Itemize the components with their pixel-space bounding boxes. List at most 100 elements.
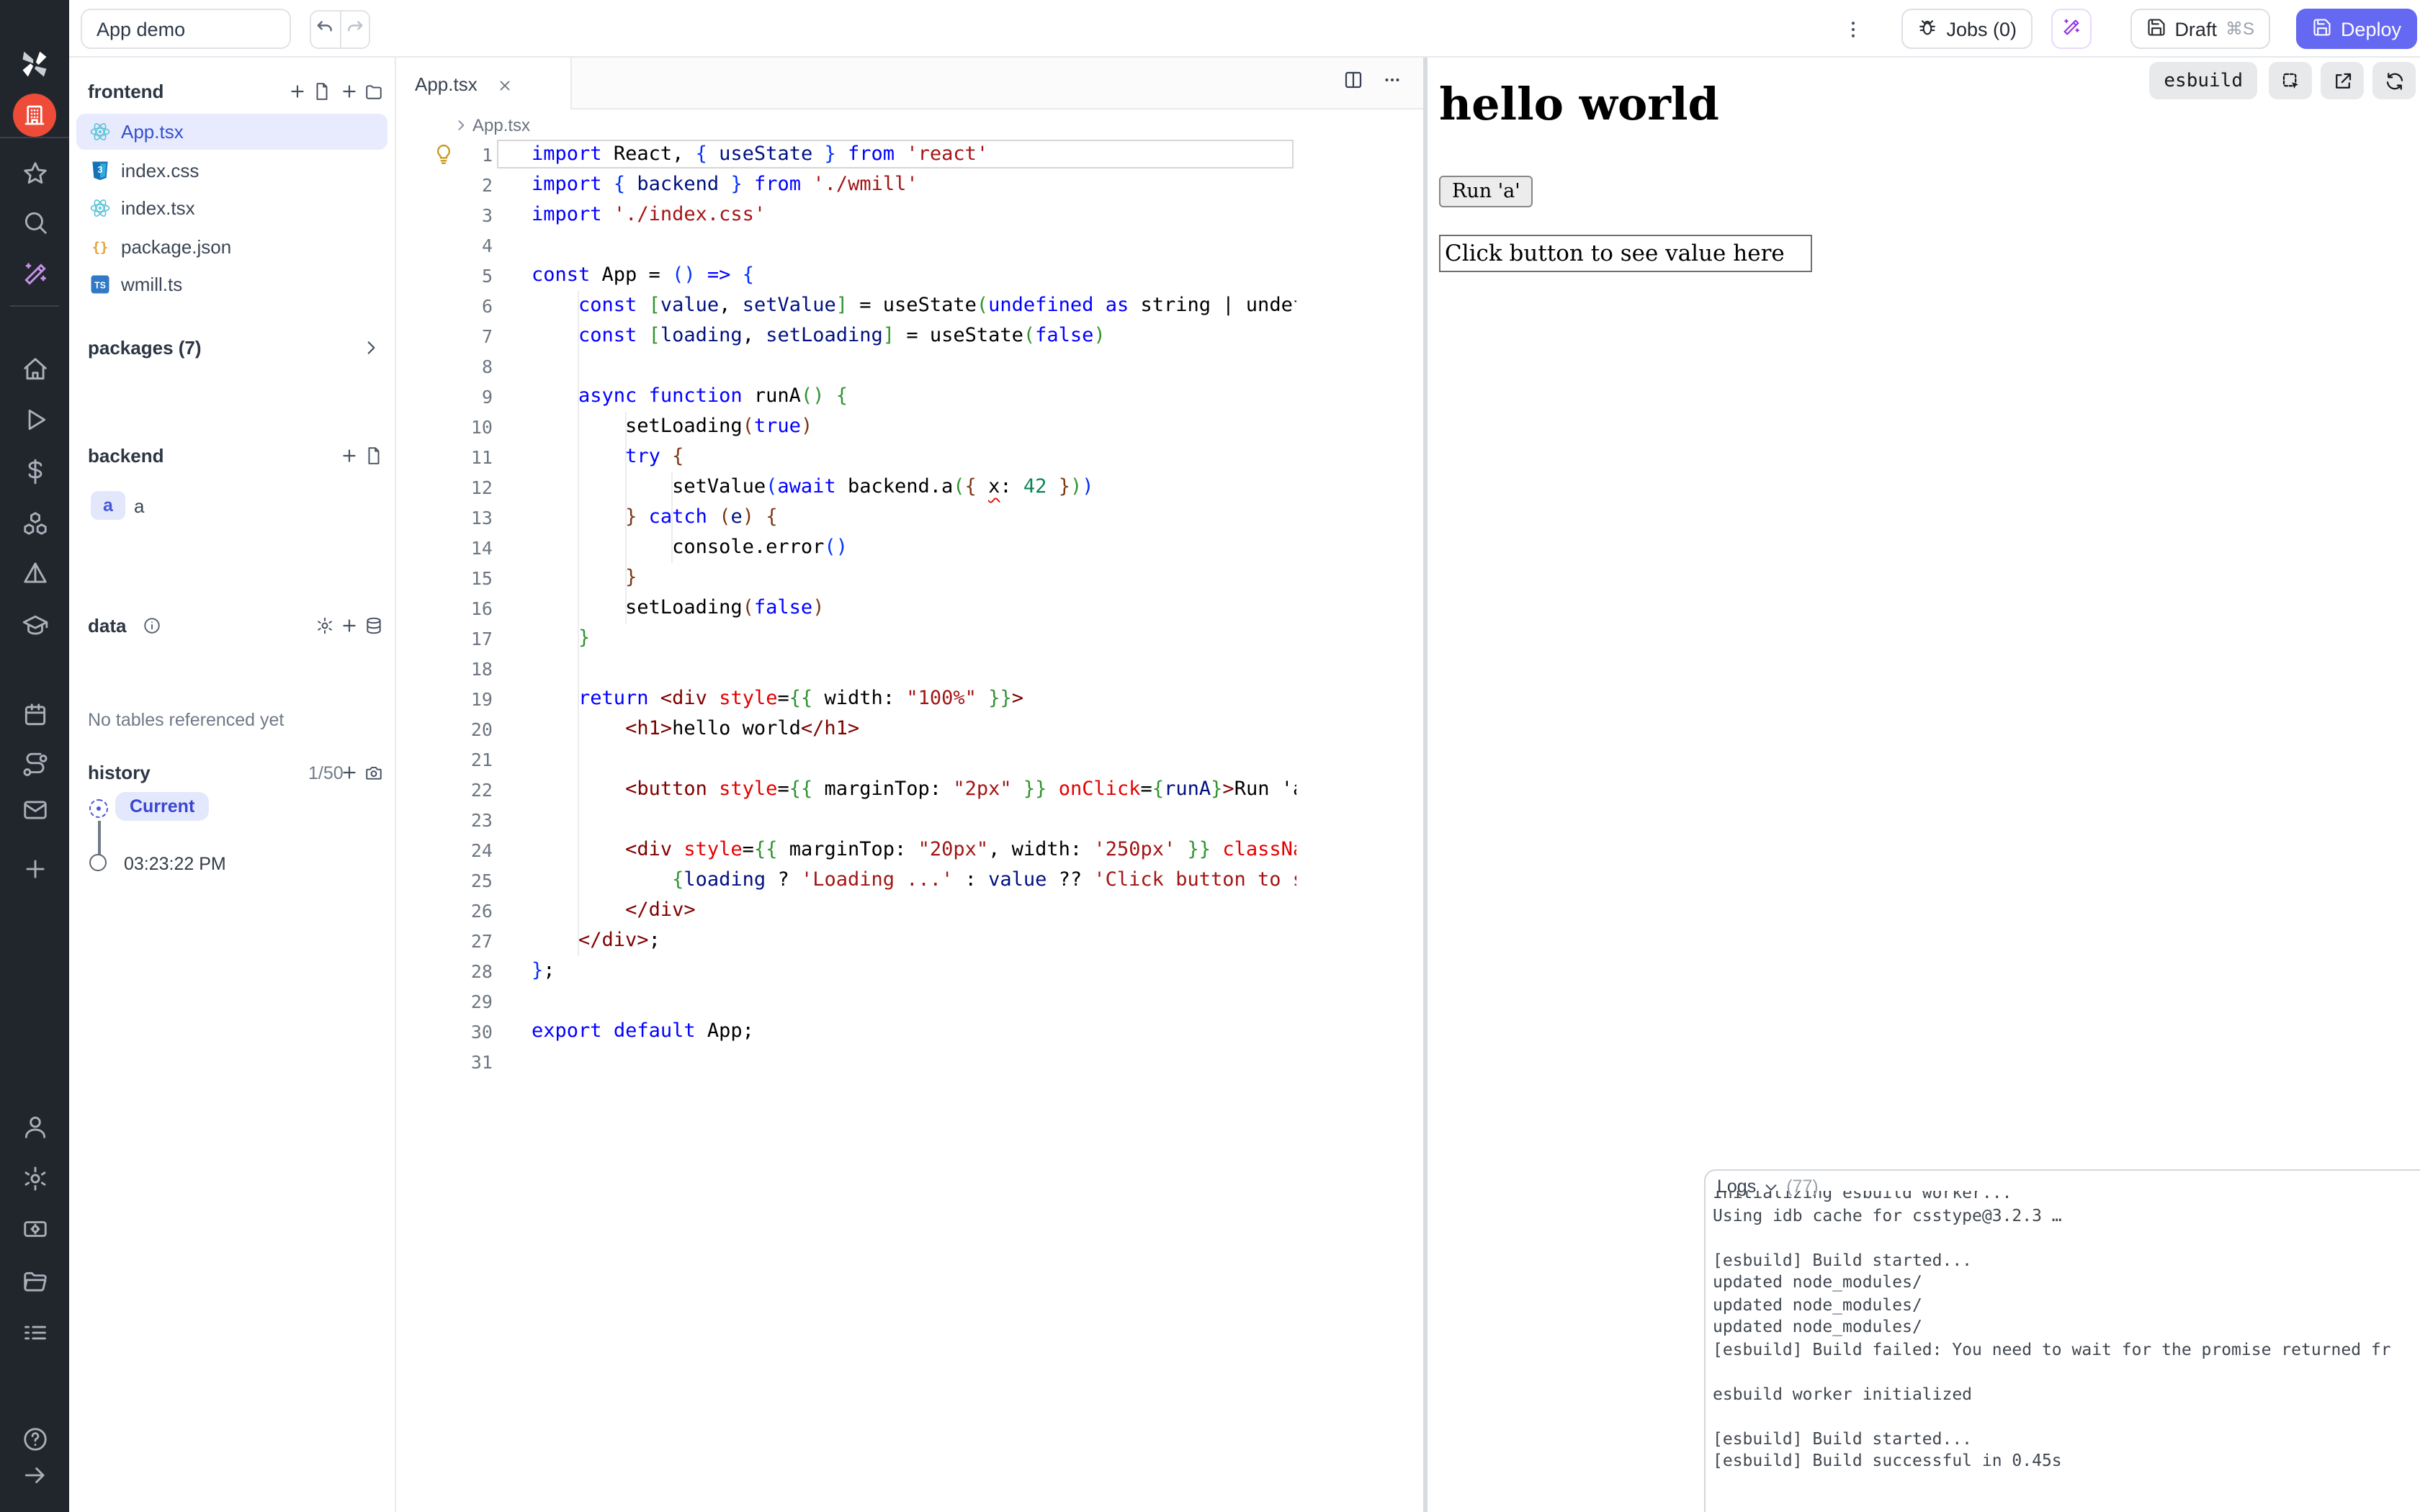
add-snapshot-button[interactable] <box>340 763 383 782</box>
code-line[interactable]: 23 <box>396 805 1296 835</box>
rail-variables-button[interactable] <box>0 454 69 497</box>
history-entry-circle-icon[interactable] <box>89 854 107 871</box>
rail-apps-button[interactable] <box>0 94 69 137</box>
code-line[interactable]: 27 </div>; <box>396 926 1296 956</box>
logs-scroll-area[interactable]: Initializing esbuild worker...Using idb … <box>1713 1191 2420 1512</box>
rail-settings-button[interactable] <box>0 1161 69 1204</box>
code-line[interactable]: 3import './index.css' <box>396 200 1296 230</box>
code-line[interactable]: 24 <div style={{ marginTop: "20px", widt… <box>396 835 1296 865</box>
code-area[interactable]: 1import React, { useState } from 'react'… <box>396 140 1296 1512</box>
code-line[interactable]: 26 </div> <box>396 896 1296 926</box>
file-row-app-tsx[interactable]: App.tsx <box>76 114 387 150</box>
tab-app-tsx[interactable]: App.tsx <box>396 58 572 109</box>
file-row-wmill-ts[interactable]: TSwmill.ts <box>76 266 387 302</box>
backend-script-name[interactable]: a <box>134 495 144 517</box>
rail-triggers-button[interactable] <box>0 556 69 599</box>
open-in-new-tab-button[interactable] <box>2321 62 2364 99</box>
ai-assistant-button[interactable] <box>2051 9 2092 49</box>
css3-icon: 3 <box>89 159 111 181</box>
code-line[interactable]: 20 <h1>hello world</h1> <box>396 714 1296 744</box>
add-backend-script-button[interactable] <box>340 446 383 465</box>
rail-inbox-button[interactable] <box>0 792 69 835</box>
preview-heading: hello world <box>1439 79 1719 131</box>
logs-count: (77) <box>1786 1176 1818 1197</box>
packages-chevron[interactable] <box>362 338 380 357</box>
code-line[interactable]: 14 console.error() <box>396 533 1296 563</box>
file-row-index-tsx[interactable]: index.tsx <box>76 190 387 226</box>
columns-icon <box>1343 69 1364 91</box>
code-line[interactable]: 29 <box>396 986 1296 1017</box>
code-line[interactable]: 18 <box>396 654 1296 684</box>
calendar-icon <box>21 701 48 736</box>
code-line[interactable]: 16 setLoading(false) <box>396 593 1296 624</box>
code-line[interactable]: 7 const [loading, setLoading] = useState… <box>396 321 1296 351</box>
code-line[interactable]: 25 {loading ? 'Loading ...' : value ?? '… <box>396 865 1296 896</box>
rail-collapse-button[interactable] <box>0 1457 69 1500</box>
code-line[interactable]: 19 return <div style={{ width: "100%" }}… <box>396 684 1296 714</box>
redo-button[interactable] <box>341 12 369 48</box>
code-line[interactable]: 1import React, { useState } from 'react' <box>396 140 1296 170</box>
rail-search-button[interactable] <box>0 204 69 248</box>
backend-script-badge[interactable]: a <box>91 491 125 520</box>
code-line[interactable]: 6 const [value, setValue] = useState(und… <box>396 291 1296 321</box>
rail-runs-button[interactable] <box>0 402 69 445</box>
inspect-element-button[interactable] <box>2269 62 2312 99</box>
rail-add-button[interactable] <box>0 851 69 894</box>
rail-flows-button[interactable] <box>0 747 69 791</box>
braces-icon: {} <box>89 235 111 257</box>
rail-resources-button[interactable] <box>0 505 69 549</box>
code-line[interactable]: 28}; <box>396 956 1296 986</box>
rail-schedules-button[interactable] <box>0 697 69 740</box>
file-row-package-json[interactable]: {}package.json <box>76 228 387 264</box>
code-line[interactable]: 12 setValue(await backend.a({ x: 42 })) <box>396 472 1296 503</box>
code-line[interactable]: 8 <box>396 351 1296 382</box>
code-line[interactable]: 21 <box>396 744 1296 775</box>
code-line[interactable]: 9 async function runA() { <box>396 382 1296 412</box>
add-folder-button[interactable] <box>340 82 383 101</box>
undo-redo-group <box>310 10 370 49</box>
code-line[interactable]: 2import { backend } from './wmill' <box>396 170 1296 200</box>
data-info-icon[interactable] <box>143 616 161 635</box>
code-line[interactable]: 10 setLoading(true) <box>396 412 1296 442</box>
logs-header[interactable]: Logs (77) <box>1717 1176 1819 1197</box>
code-line[interactable]: 13 } catch (e) { <box>396 503 1296 533</box>
rail-user-button[interactable] <box>0 1109 69 1152</box>
split-editor-button[interactable] <box>1343 69 1364 98</box>
refresh-preview-button[interactable] <box>2372 62 2416 99</box>
breadcrumb[interactable]: App.tsx <box>396 109 1423 140</box>
packages-toggle[interactable]: packages (7) <box>88 337 202 359</box>
history-timestamp[interactable]: 03:23:22 PM <box>124 854 226 874</box>
code-line[interactable]: 30export default App; <box>396 1017 1296 1047</box>
rail-divider <box>10 305 59 307</box>
undo-button[interactable] <box>311 12 341 48</box>
close-icon[interactable] <box>498 76 514 91</box>
app-name-input[interactable] <box>81 9 291 49</box>
run-a-button[interactable]: Run 'a' <box>1439 176 1533 207</box>
data-settings-button[interactable] <box>315 616 334 635</box>
code-line[interactable]: 17 } <box>396 624 1296 654</box>
rail-audit-logs-button[interactable] <box>0 1315 69 1358</box>
draft-button[interactable]: Draft⌘S <box>2130 9 2270 49</box>
history-current-badge[interactable]: Current <box>115 792 209 821</box>
file-row-index-css[interactable]: 3index.css <box>76 152 387 188</box>
editor-more-button[interactable] <box>1381 69 1403 98</box>
rail-folders-button[interactable] <box>0 1264 69 1308</box>
code-line[interactable]: 22 <button style={{ marginTop: "2px" }} … <box>396 775 1296 805</box>
add-table-button[interactable] <box>340 616 383 635</box>
rail-home-button[interactable] <box>0 351 69 395</box>
code-line[interactable]: 31 <box>396 1047 1296 1077</box>
code-line[interactable]: 5const App = () => { <box>396 261 1296 291</box>
more-menu-button[interactable] <box>1841 16 1864 42</box>
deploy-button[interactable]: Deploy <box>2296 9 2417 49</box>
file-icon <box>364 446 383 465</box>
rail-favorites-button[interactable] <box>0 156 69 199</box>
rail-workers-button[interactable] <box>0 1211 69 1254</box>
rail-learn-button[interactable] <box>0 608 69 651</box>
history-current-dot <box>97 806 101 811</box>
jobs-button[interactable]: Jobs (0) <box>1901 9 2033 49</box>
code-line[interactable]: 4 <box>396 230 1296 261</box>
add-file-button[interactable] <box>288 82 331 101</box>
code-line[interactable]: 15 } <box>396 563 1296 593</box>
code-line[interactable]: 11 try { <box>396 442 1296 472</box>
rail-ai-button[interactable] <box>0 256 69 300</box>
